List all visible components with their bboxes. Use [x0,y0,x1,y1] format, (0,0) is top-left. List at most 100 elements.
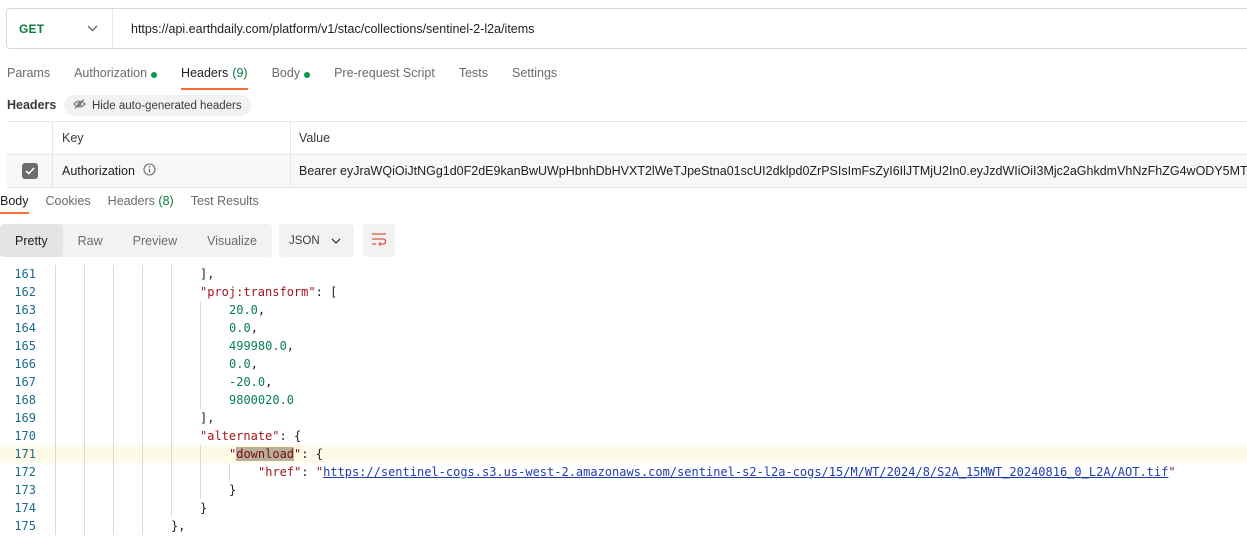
line-number: 164 [14,321,36,335]
headers-section-title: Headers [7,98,57,112]
line-number: 171 [14,447,36,461]
indent-guide [142,373,143,391]
indent-guide [200,391,201,409]
json-punctuation: , [250,357,258,371]
indent-guide [84,481,85,499]
indent-guide [55,337,56,355]
indent-guide [113,283,114,301]
indent-guide [171,319,172,337]
tab-label: Headers [181,66,229,80]
json-punctuation: , [250,321,258,335]
code-line: 172 "href": "https://sentinel-cogs.s3.us-… [0,463,1247,481]
code-line: 162 "proj:transform": [ [0,283,1247,301]
tab-pre-request-script[interactable]: Pre-request Script [334,62,435,90]
code-content: "alternate": { [200,427,301,445]
indent-guide [113,409,114,427]
indent-guide [171,481,172,499]
view-visualize-button[interactable]: Visualize [192,224,272,257]
indent-guide [200,481,201,499]
indent-guide [200,319,201,337]
info-icon[interactable] [143,163,156,179]
indent-guide [55,355,56,373]
url-input[interactable] [113,21,1247,36]
line-number: 166 [14,357,36,371]
code-line: 166 0.0, [0,355,1247,373]
enabled-checkbox[interactable] [21,163,38,179]
code-line: 168 9800020.0 [0,391,1247,409]
search-match: download [236,447,295,461]
header-value-cell[interactable]: Bearer eyJraWQiOiJtNGg1d0F2dE9kanBwUWpHb… [291,155,1247,187]
view-raw-button[interactable]: Raw [63,224,118,257]
indent-guide [142,481,143,499]
response-body-editor[interactable]: 161], 162 "proj:transform": [163 20.0, 164 0.… [0,265,1247,538]
indent-guide [113,517,114,535]
indent-guide [142,391,143,409]
json-key: alternate [207,429,273,443]
indent-guide [142,427,143,445]
line-number: 163 [14,303,36,317]
tab-headers[interactable]: Headers (9) [181,62,248,90]
tab-tests[interactable]: Tests [459,62,488,90]
indent-guide [84,499,85,517]
line-number: 174 [14,501,36,515]
view-preview-button[interactable]: Preview [118,224,192,257]
indent-guide [142,337,143,355]
tab-label: Tests [458,66,488,80]
indent-guide [113,445,114,463]
json-key: href [265,465,295,479]
tab-label: Pre-request Script [334,66,435,80]
indent-guide [142,319,143,337]
code-content: -20.0, [229,373,272,391]
json-number: 9800020.0 [229,393,295,407]
response-tab-body[interactable]: Body [0,190,29,214]
indent-guide [113,373,114,391]
json-quote: " [1168,465,1176,479]
indent-guide [200,373,201,391]
row-check-cell [7,155,53,187]
indent-guide [229,463,230,481]
json-key: proj:transform [207,285,309,299]
line-number: 169 [14,411,36,425]
response-tabs: Body Cookies Headers (8) Test Results [0,190,276,214]
indent-guide [171,409,172,427]
response-tab-test-results[interactable]: Test Results [191,190,259,214]
format-select[interactable]: JSON [278,224,354,257]
indent-guide [84,283,85,301]
hide-auto-headers-button[interactable]: Hide auto-generated headers [64,95,251,116]
code-line: 175}, [0,517,1247,535]
line-number: 161 [14,267,36,281]
indent-guide [171,265,172,283]
indent-guide [113,481,114,499]
indent-guide [200,445,201,463]
tab-body[interactable]: Body [272,62,311,90]
indent-guide [171,427,172,445]
indent-guide [84,337,85,355]
json-link[interactable]: https://sentinel-cogs.s3.us-west-2.amazo… [323,465,1168,479]
indent-guide [113,337,114,355]
code-line: 174} [0,499,1247,517]
tab-label: Body [271,66,301,80]
indent-guide [55,391,56,409]
tab-settings[interactable]: Settings [512,62,557,90]
json-punctuation: , [265,375,273,389]
response-tab-cookies[interactable]: Cookies [46,190,91,214]
header-key-cell[interactable]: Authorization [53,155,291,187]
view-pretty-button[interactable]: Pretty [0,224,63,257]
key-column-header: Key [53,122,291,154]
indent-guide [113,391,114,409]
json-quote: " [315,465,324,479]
indent-guide [142,283,143,301]
tab-authorization[interactable]: Authorization [74,62,158,90]
code-content: }, [171,517,185,535]
tab-params[interactable]: Params [7,62,50,90]
tab-label: Body [0,194,29,208]
eye-off-icon [73,99,86,112]
indent-guide [84,445,85,463]
code-content: } [229,481,236,499]
wrap-lines-button[interactable] [362,224,395,257]
code-content: ], [200,409,214,427]
tab-label: Params [7,66,51,80]
tab-count-badge: (9) [232,66,248,80]
method-select[interactable]: GET [7,9,113,48]
response-tab-headers[interactable]: Headers (8) [108,190,174,214]
